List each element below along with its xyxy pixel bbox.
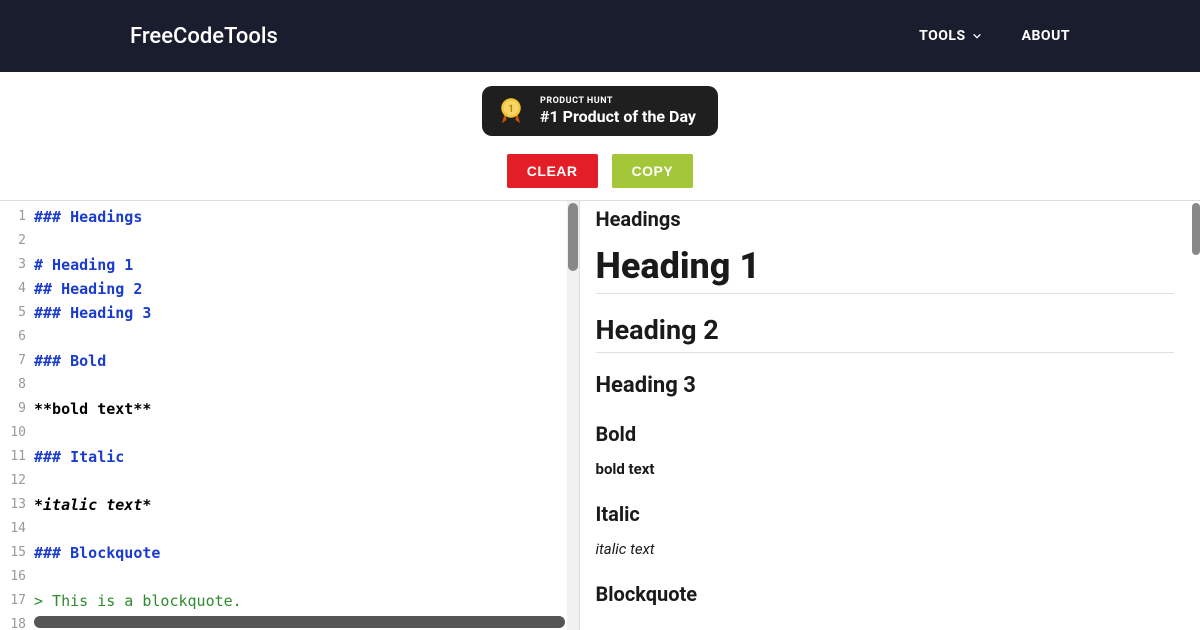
code-line[interactable]	[34, 565, 579, 589]
chevron-down-icon	[972, 31, 982, 41]
preview-italic-text: italic text	[596, 540, 1175, 558]
preview-section-italic: Italic	[596, 502, 1175, 526]
nav: TOOLS ABOUT	[919, 28, 1070, 44]
nav-tools[interactable]: TOOLS	[919, 28, 981, 44]
preview-section-bold: Bold	[596, 422, 1175, 446]
code-line[interactable]: > This is a blockquote.	[34, 589, 579, 613]
code-line[interactable]	[34, 517, 579, 541]
line-number: 18	[0, 613, 26, 630]
code-line[interactable]: ### Blockquote	[34, 541, 579, 565]
line-number: 10	[0, 421, 26, 445]
nav-about[interactable]: ABOUT	[1022, 28, 1070, 44]
line-number: 5	[0, 301, 26, 325]
editor-panes: 123456789101112131415161718 ### Headings…	[0, 200, 1200, 630]
code-line[interactable]	[34, 325, 579, 349]
line-number: 11	[0, 445, 26, 469]
code-line[interactable]: **bold text**	[34, 397, 579, 421]
markdown-preview: Headings Heading 1 Heading 2 Heading 3 B…	[580, 201, 1200, 630]
code-line[interactable]	[34, 469, 579, 493]
line-number: 2	[0, 229, 26, 253]
line-number: 4	[0, 277, 26, 301]
product-hunt-badge[interactable]: 1 PRODUCT HUNT #1 Product of the Day	[482, 86, 718, 136]
line-number: 9	[0, 397, 26, 421]
line-number: 16	[0, 565, 26, 589]
clear-button[interactable]: CLEAR	[507, 154, 598, 188]
line-number: 6	[0, 325, 26, 349]
code-line[interactable]: ### Headings	[34, 205, 579, 229]
line-number: 8	[0, 373, 26, 397]
preview-vscrollbar[interactable]	[1192, 201, 1200, 630]
line-number: 15	[0, 541, 26, 565]
code-line[interactable]	[34, 373, 579, 397]
badge-container: 1 PRODUCT HUNT #1 Product of the Day	[0, 86, 1200, 136]
markdown-editor[interactable]: 123456789101112131415161718 ### Headings…	[0, 201, 580, 630]
brand-logo[interactable]: FreeCodeTools	[130, 24, 278, 49]
preview-section-headings: Headings	[596, 207, 1175, 231]
svg-text:1: 1	[508, 104, 514, 115]
editor-vscroll-thumb[interactable]	[568, 203, 578, 271]
copy-button[interactable]: COPY	[612, 154, 694, 188]
badge-main: #1 Product of the Day	[540, 107, 696, 126]
preview-vscroll-thumb[interactable]	[1192, 203, 1200, 255]
code-line[interactable]: *italic text*	[34, 493, 579, 517]
line-number: 13	[0, 493, 26, 517]
line-number: 3	[0, 253, 26, 277]
line-number: 7	[0, 349, 26, 373]
code-line[interactable]	[34, 229, 579, 253]
code-line[interactable]: ### Bold	[34, 349, 579, 373]
editor-vscrollbar[interactable]	[567, 201, 579, 630]
code-area[interactable]: ### Headings # Heading 1## Heading 2### H…	[30, 201, 579, 630]
line-number: 1	[0, 205, 26, 229]
code-line[interactable]: ### Heading 3	[34, 301, 579, 325]
preview-section-blockquote: Blockquote	[596, 582, 1175, 606]
preview-h2: Heading 2	[596, 314, 1175, 353]
line-number: 12	[0, 469, 26, 493]
badge-label: PRODUCT HUNT	[540, 96, 696, 106]
line-number: 17	[0, 589, 26, 613]
editor-hscrollbar[interactable]	[34, 616, 565, 628]
code-line[interactable]: ## Heading 2	[34, 277, 579, 301]
code-line[interactable]: # Heading 1	[34, 253, 579, 277]
action-buttons: CLEAR COPY	[0, 154, 1200, 188]
medal-icon: 1	[496, 96, 526, 126]
badge-text: PRODUCT HUNT #1 Product of the Day	[540, 96, 696, 126]
preview-h3: Heading 3	[596, 373, 1175, 398]
top-header: FreeCodeTools TOOLS ABOUT	[0, 0, 1200, 72]
preview-h1: Heading 1	[596, 245, 1175, 294]
preview-bold-text: bold text	[596, 460, 1175, 478]
code-line[interactable]: ### Italic	[34, 445, 579, 469]
nav-tools-label: TOOLS	[919, 28, 965, 44]
line-gutter: 123456789101112131415161718	[0, 201, 30, 630]
line-number: 14	[0, 517, 26, 541]
code-line[interactable]	[34, 421, 579, 445]
